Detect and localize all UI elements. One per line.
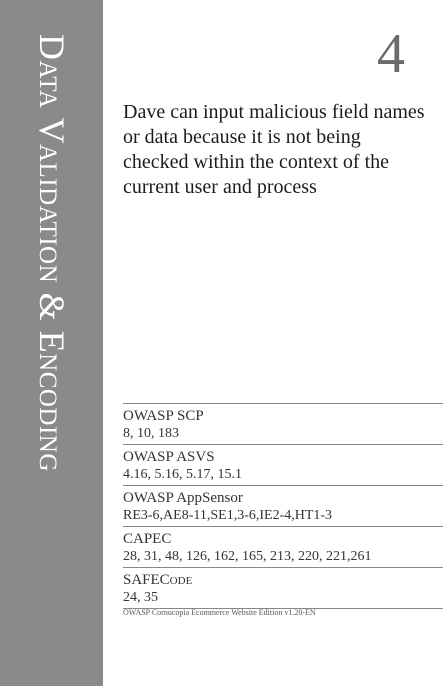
reference-name: OWASP AppSensor bbox=[123, 490, 243, 506]
reference-name: SAFECode bbox=[123, 572, 193, 588]
reference-values: RE3-6,AE8-11,SE1,3-6,IE2-4,HT1-3 bbox=[123, 508, 333, 523]
category-band: Data Validation & Encoding bbox=[0, 0, 103, 686]
reference-owasp-appsensor: OWASP AppSensor RE3-6,AE8-11,SE1,3-6,IE2… bbox=[123, 485, 443, 526]
reference-values: 8, 10, 183 bbox=[123, 426, 179, 441]
reference-values: 4.16, 5.16, 5.17, 15.1 bbox=[123, 467, 242, 482]
reference-values: 24, 35 bbox=[123, 590, 158, 605]
reference-name: CAPEC bbox=[123, 531, 172, 547]
reference-capec: CAPEC 28, 31, 48, 126, 162, 165, 213, 22… bbox=[123, 526, 443, 567]
category-title: Data Validation & Encoding bbox=[32, 34, 72, 472]
reference-values: 28, 31, 48, 126, 162, 165, 213, 220, 221… bbox=[123, 549, 372, 564]
reference-owasp-asvs: OWASP ASVS 4.16, 5.16, 5.17, 15.1 bbox=[123, 444, 443, 485]
reference-name: OWASP ASVS bbox=[123, 449, 215, 465]
reference-list: OWASP SCP 8, 10, 183 OWASP ASVS 4.16, 5.… bbox=[123, 403, 443, 609]
card-number: 4 bbox=[377, 23, 405, 85]
cornucopia-card: Data Validation & Encoding 4 Dave can in… bbox=[0, 0, 443, 686]
threat-description: Dave can input malicious field names or … bbox=[123, 101, 425, 198]
edition-footer: OWASP Cornucopia Ecommerce Website Editi… bbox=[123, 608, 316, 617]
reference-name: OWASP SCP bbox=[123, 408, 204, 424]
reference-owasp-scp: OWASP SCP 8, 10, 183 bbox=[123, 403, 443, 444]
reference-safecode: SAFECode 24, 35 bbox=[123, 567, 443, 609]
